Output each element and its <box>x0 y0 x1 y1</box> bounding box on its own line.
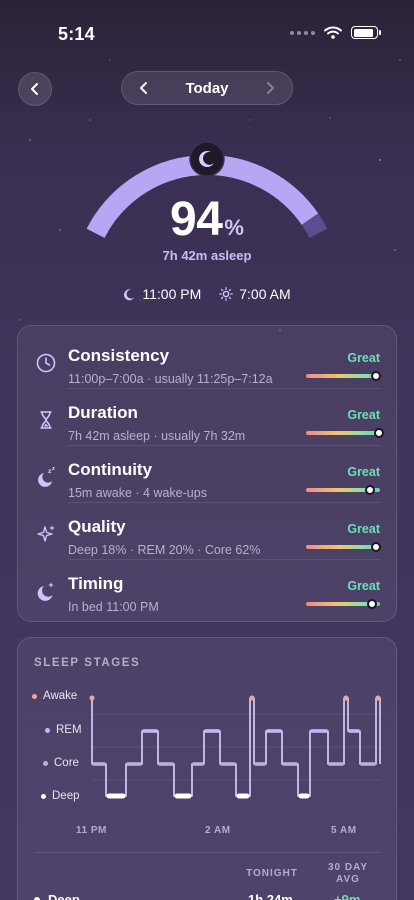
metric-rating: Great <box>347 408 380 422</box>
status-bar: 5:14 <box>0 0 414 60</box>
row-tonight-value: 1h 24m <box>248 892 293 900</box>
chevron-left-icon <box>140 82 147 94</box>
metric-rating: Great <box>347 522 380 536</box>
score-unit: % <box>224 215 244 240</box>
sun-icon <box>219 287 234 301</box>
day-selector: Today <box>121 71 293 105</box>
sleep-metrics-card: Consistency 11:00p–7:00a · usually 11:25… <box>17 325 397 622</box>
deep-dot <box>34 896 40 900</box>
metric-title: Quality <box>68 517 126 536</box>
battery-icon <box>351 26 381 39</box>
column-tonight: TONIGHT <box>246 868 298 879</box>
metric-title: Continuity <box>68 460 153 479</box>
table-divider <box>34 852 380 853</box>
hourglass-icon <box>40 411 52 429</box>
status-icons <box>290 26 381 39</box>
rating-bar-knob <box>371 542 382 552</box>
metric-subtitle: 11:00p–7:00a · usually 11:25p–7:12a <box>68 372 273 386</box>
metric-title: Timing <box>68 574 124 593</box>
asleep-duration: 7h 42m asleep <box>162 248 252 263</box>
metric-subtitle: 7h 42m asleep · usually 7h 32m <box>68 429 246 443</box>
metric-consistency[interactable]: Consistency 11:00p–7:00a · usually 11:25… <box>18 332 396 389</box>
status-time: 5:14 <box>58 24 95 44</box>
awake-markers <box>89 695 381 701</box>
sparkles-icon <box>37 525 55 542</box>
metric-quality[interactable]: Quality Deep 18% · REM 20% · Core 62% Gr… <box>18 503 396 560</box>
svg-text:z: z <box>52 466 55 472</box>
sleep-hypnogram <box>89 695 382 799</box>
moon-zzz-icon: z z <box>38 466 55 487</box>
metric-title: Consistency <box>68 346 170 365</box>
row-avg-delta: +9m <box>334 892 361 900</box>
metric-title: Duration <box>68 403 138 422</box>
metric-duration[interactable]: Duration 7h 42m asleep · usually 7h 32m … <box>18 389 396 446</box>
metric-rating-bar <box>306 428 384 438</box>
metric-rating: Great <box>347 465 380 479</box>
metric-rating: Great <box>347 579 380 593</box>
table-row-label: Deep <box>34 892 80 900</box>
metric-rating-bar <box>306 371 381 381</box>
moon-icon <box>124 288 135 300</box>
clock-icon <box>36 353 56 373</box>
x-tick-5am: 5 AM <box>331 825 357 836</box>
metric-subtitle: Deep 18% · REM 20% · Core 62% <box>68 543 261 557</box>
metric-subtitle: 15m awake · 4 wake-ups <box>68 486 207 500</box>
wake-time: 7:00 AM <box>219 286 291 302</box>
x-tick-2am: 2 AM <box>205 825 231 836</box>
rating-bar-knob <box>364 485 375 495</box>
wifi-icon <box>324 26 342 39</box>
column-30-day-avg: 30 DAY AVG <box>327 862 369 885</box>
moon-star-icon <box>37 582 54 601</box>
metric-rating-bar <box>306 599 380 609</box>
rating-bar-knob <box>366 599 377 609</box>
wake-time-value: 7:00 AM <box>239 286 291 302</box>
bedtime-value: 11:00 PM <box>142 286 202 302</box>
metric-rating: Great <box>347 351 380 365</box>
bedtime: 11:00 PM <box>123 286 201 302</box>
metric-rating-bar <box>306 485 380 495</box>
moon-icon <box>189 141 225 177</box>
metric-continuity[interactable]: z z Continuity 15m awake · 4 wake-ups Gr… <box>18 446 396 503</box>
signal-icon <box>290 30 315 35</box>
day-label: Today <box>185 79 229 97</box>
row-label-text: Deep <box>48 892 80 900</box>
sleep-stages-card: SLEEP STAGES Awake REM Core Deep 11 PM 2… <box>17 637 397 900</box>
chevron-left-icon <box>31 83 38 95</box>
score-value: 94 <box>170 193 223 246</box>
previous-day-button[interactable] <box>134 78 154 98</box>
chevron-right-icon <box>267 82 274 94</box>
sleep-window: 11:00 PM 7:00 AM <box>0 286 414 302</box>
metric-rating-bar <box>306 542 382 552</box>
rating-bar-knob <box>373 428 384 438</box>
x-tick-11pm: 11 PM <box>76 825 107 836</box>
metric-timing[interactable]: Timing In bed 11:00 PM Great <box>18 560 396 617</box>
sleep-score: 94% <box>0 192 414 247</box>
back-button[interactable] <box>18 72 52 106</box>
rating-bar-knob <box>370 371 381 381</box>
next-day-button[interactable] <box>260 78 280 98</box>
metric-subtitle: In bed 11:00 PM <box>68 600 159 614</box>
